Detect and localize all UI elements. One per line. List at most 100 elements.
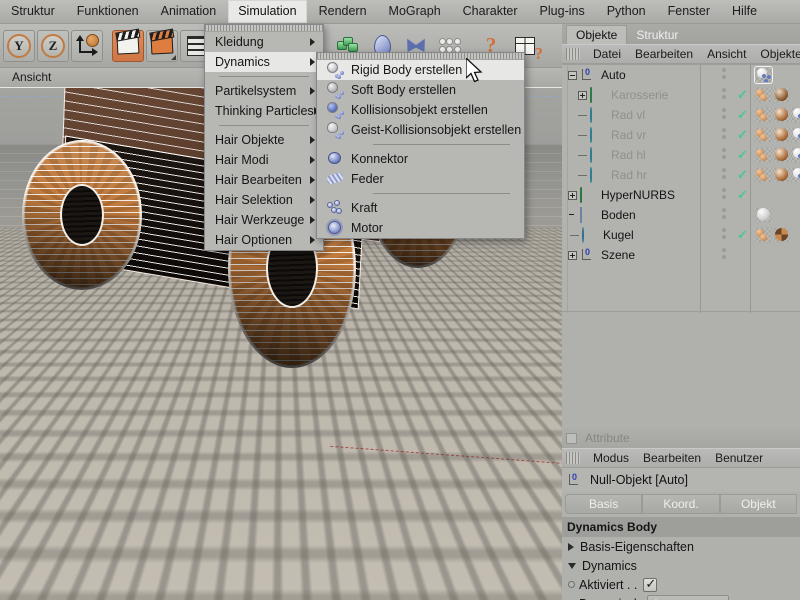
menu-simulation[interactable]: Simulation (228, 0, 306, 23)
tab-koord[interactable]: Koord. (642, 494, 719, 514)
object-name-cell[interactable]: Rad vl (562, 108, 682, 122)
expand-icon[interactable] (578, 91, 587, 100)
render-view-button[interactable] (146, 30, 178, 62)
attribute-field-aktiviert[interactable]: Aktiviert . . (562, 575, 800, 594)
menu-item-feder[interactable]: Feder (317, 169, 524, 189)
table-row[interactable]: HyperNURBS ✓ (562, 185, 800, 205)
attribute-group-dynamics[interactable]: Dynamics (562, 556, 800, 575)
enabled-check-icon[interactable]: ✓ (737, 128, 748, 141)
enabled-check-icon[interactable]: ✓ (737, 108, 748, 121)
table-row[interactable]: Kugel ✓ (562, 225, 800, 245)
menu-item-partikelsystem[interactable]: Partikelsystem (205, 81, 323, 101)
dynamics-submenu[interactable]: Rigid Body erstellen Soft Body erstellen… (316, 52, 525, 239)
visibility-render-dots[interactable] (722, 248, 726, 262)
panel-drag-grip[interactable] (566, 452, 580, 464)
aktiviert-checkbox[interactable] (643, 578, 657, 592)
tag-list[interactable] (755, 87, 790, 103)
om-menu-datei[interactable]: Datei (586, 47, 628, 61)
object-name-cell[interactable]: Rad hr (562, 168, 682, 182)
menu-item-kollisionsobjekt-erstellen[interactable]: Kollisionsobjekt erstellen (317, 100, 524, 120)
om-menu-ansicht[interactable]: Ansicht (700, 47, 753, 61)
menu-drag-grip[interactable] (205, 25, 323, 32)
menu-mograph[interactable]: MoGraph (379, 0, 451, 23)
expand-icon[interactable] (568, 191, 577, 200)
menu-python[interactable]: Python (597, 0, 656, 23)
world-coordinates-button[interactable] (71, 30, 103, 62)
menu-item-kleidung[interactable]: Kleidung (205, 32, 323, 52)
enabled-check-icon[interactable]: ✓ (737, 188, 748, 201)
menu-struktur[interactable]: Struktur (1, 0, 65, 23)
object-name-cell[interactable]: Boden (562, 208, 682, 222)
table-row[interactable]: Rad vr ✓ (562, 125, 800, 145)
tag-list[interactable] (755, 207, 772, 223)
collapse-icon[interactable] (568, 71, 577, 80)
tab-struktur[interactable]: Struktur (627, 26, 687, 44)
dynamics-tag-icon[interactable] (791, 147, 800, 163)
attribute-group-basis-eigenschaften[interactable]: Basis-Eigenschaften (562, 537, 800, 556)
visibility-render-dots[interactable] (722, 68, 726, 82)
menu-item-hair-bearbeiten[interactable]: Hair Bearbeiten (205, 170, 323, 190)
tag-list[interactable] (755, 227, 790, 243)
wheel-rear-left[interactable] (22, 140, 142, 290)
dynamics-tag-icon[interactable] (791, 167, 800, 183)
panel-mode-icon[interactable] (566, 433, 577, 444)
table-row[interactable]: Rad hl ✓ (562, 145, 800, 165)
material-tag-icon[interactable] (773, 167, 790, 183)
axis-y-button[interactable]: Y (3, 30, 35, 62)
object-name-cell[interactable]: Kugel (562, 228, 682, 242)
animation-track-dot[interactable] (568, 581, 575, 588)
material-tag-icon[interactable] (773, 127, 790, 143)
animate-button[interactable] (112, 30, 144, 62)
enabled-check-icon[interactable]: ✓ (737, 88, 748, 101)
visibility-render-dots[interactable] (722, 148, 726, 162)
material-tag-icon[interactable] (773, 107, 790, 123)
enabled-check-icon[interactable]: ✓ (737, 228, 748, 241)
menu-item-dynamics[interactable]: Dynamics (205, 52, 323, 72)
simulation-dropdown-menu[interactable]: Kleidung Dynamics Partikelsystem Thinkin… (204, 24, 324, 251)
tag-list[interactable] (755, 147, 800, 163)
tag-list[interactable] (755, 107, 800, 123)
tab-objekt[interactable]: Objekt (720, 494, 797, 514)
table-row[interactable]: Karosserie ✓ (562, 85, 800, 105)
material-tag-icon[interactable] (773, 227, 790, 243)
menu-item-hair-selektion[interactable]: Hair Selektion (205, 190, 323, 210)
menu-item-thinking-particles[interactable]: Thinking Particles (205, 101, 323, 121)
object-name-cell[interactable]: 0 Szene (562, 248, 682, 262)
visibility-render-dots[interactable] (722, 228, 726, 242)
menu-item-motor[interactable]: Motor (317, 218, 524, 238)
attr-menu-benutzer[interactable]: Benutzer (708, 451, 770, 465)
visibility-render-dots[interactable] (722, 208, 726, 222)
object-manager-list[interactable]: 0 Auto Karosserie ✓ (562, 64, 800, 312)
material-tag-icon[interactable] (755, 207, 772, 223)
material-tag-icon[interactable] (755, 87, 772, 103)
visibility-render-dots[interactable] (722, 128, 726, 142)
dynamics-tag-icon[interactable] (791, 107, 800, 123)
tab-objekte[interactable]: Objekte (566, 25, 627, 44)
menu-item-rigid-body-erstellen[interactable]: Rigid Body erstellen (317, 60, 524, 80)
menu-funktionen[interactable]: Funktionen (67, 0, 149, 23)
dynamics-tag-icon[interactable] (755, 67, 772, 83)
menu-item-hair-objekte[interactable]: Hair Objekte (205, 130, 323, 150)
menu-fenster[interactable]: Fenster (658, 0, 720, 23)
enabled-check-icon[interactable]: ✓ (737, 168, 748, 181)
tag-list[interactable] (755, 67, 772, 83)
material-tag-icon[interactable] (755, 107, 772, 123)
visibility-render-dots[interactable] (722, 108, 726, 122)
menu-item-hair-modi[interactable]: Hair Modi (205, 150, 323, 170)
menu-item-konnektor[interactable]: Konnektor (317, 149, 524, 169)
object-name-cell[interactable]: 0 Auto (562, 68, 682, 82)
visibility-render-dots[interactable] (722, 188, 726, 202)
object-name-cell[interactable]: Rad hl (562, 148, 682, 162)
attr-menu-modus[interactable]: Modus (586, 451, 636, 465)
table-row[interactable]: Rad vl ✓ (562, 105, 800, 125)
tab-basis[interactable]: Basis (565, 494, 642, 514)
attr-menu-bearbeiten[interactable]: Bearbeiten (636, 451, 708, 465)
tag-list[interactable] (755, 167, 800, 183)
table-row[interactable]: Boden (562, 205, 800, 225)
menu-item-hair-werkzeuge[interactable]: Hair Werkzeuge (205, 210, 323, 230)
om-menu-bearbeiten[interactable]: Bearbeiten (628, 47, 700, 61)
menu-charakter[interactable]: Charakter (453, 0, 528, 23)
visibility-render-dots[interactable] (722, 168, 726, 182)
menu-plugins[interactable]: Plug-ins (530, 0, 595, 23)
menu-item-hair-optionen[interactable]: Hair Optionen (205, 230, 323, 250)
